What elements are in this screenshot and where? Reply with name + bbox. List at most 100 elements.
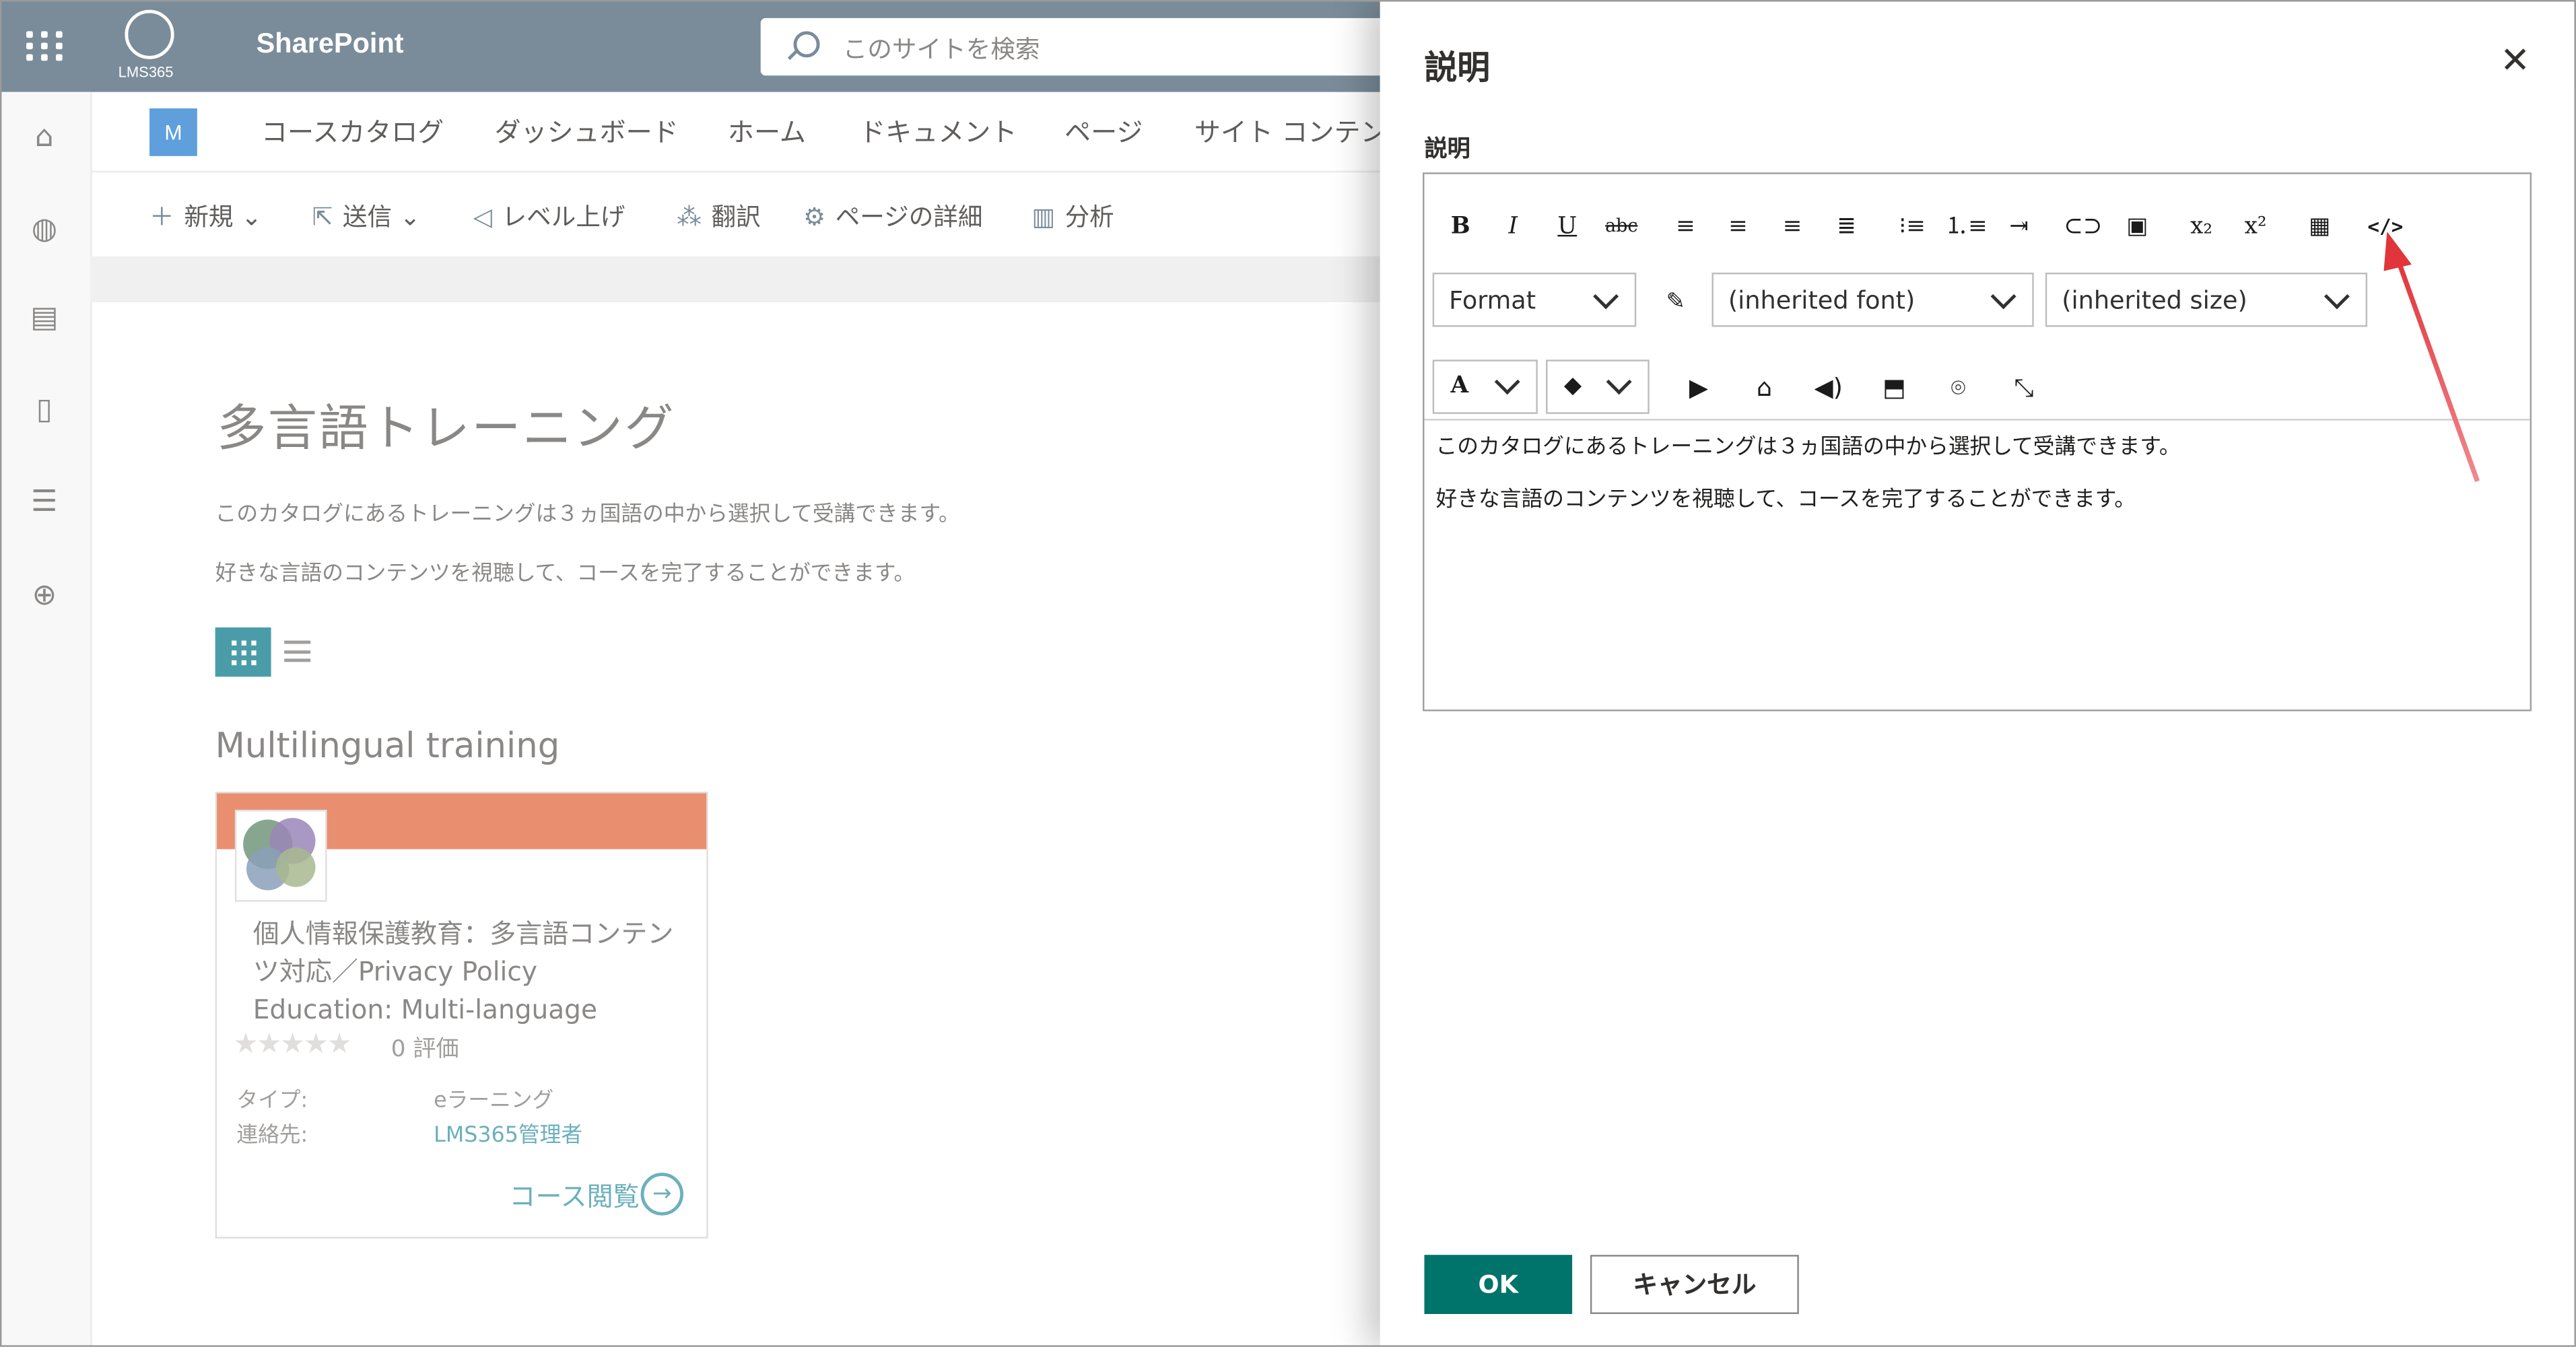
link-icon[interactable]: ⊂⊃ bbox=[2064, 212, 2103, 242]
promote-button[interactable]: ◁ レベル上げ bbox=[473, 199, 625, 233]
align-center-icon[interactable]: ≡ bbox=[1773, 212, 1812, 242]
page-details-label: ページの詳細 bbox=[835, 202, 983, 232]
align-right-icon[interactable]: ≡ bbox=[1718, 212, 1758, 242]
editor-line-1[interactable]: このカタログにあるトレーニングは３ヵ国語の中から選択して受講できます。 bbox=[1436, 429, 2181, 460]
screenshot: LMS365 SharePoint このサイトを検索 ⌂ ◍ ▤ ▯ ☰ ⊕ M… bbox=[0, 0, 2576, 1347]
course-thumbnail bbox=[234, 809, 327, 902]
video-icon[interactable]: ▶ bbox=[1681, 371, 1717, 404]
panel-title: 説明 bbox=[1424, 47, 1491, 88]
chevron-down-icon bbox=[1494, 369, 1520, 395]
italic-icon[interactable]: I bbox=[1493, 212, 1533, 242]
audio-icon[interactable]: ◀) bbox=[1810, 371, 1847, 404]
nav-item-pages[interactable]: ページ bbox=[1064, 110, 1143, 149]
bullet-list-icon[interactable]: ⁝≡ bbox=[1893, 212, 1932, 242]
chevron-down-icon bbox=[2324, 283, 2350, 310]
font-select-value: (inherited font) bbox=[1728, 285, 1916, 316]
command-bar: ＋新規 ⌄ ⇱ 送信 ⌄ ◁ レベル上げ ⁂ 翻訳 ⚙ ページの詳細 ▥ 分析 bbox=[90, 170, 1405, 258]
chevron-down-icon bbox=[1990, 283, 2016, 310]
editor-line-2[interactable]: 好きな言語のコンテンツを視聴して、コースを完了することができます。 bbox=[1436, 481, 2136, 513]
type-value: eラーニング bbox=[434, 1089, 554, 1114]
bold-icon[interactable]: B bbox=[1441, 212, 1481, 242]
table-icon[interactable]: ▦ bbox=[2300, 212, 2340, 242]
course-card[interactable]: 個人情報保護教育：多言語コンテンツ対応／Privacy Policy Educa… bbox=[215, 792, 708, 1239]
nav-item-course-catalog[interactable]: コースカタログ bbox=[261, 110, 444, 149]
nav-item-site-contents[interactable]: サイト コンテン bbox=[1194, 110, 1387, 149]
format-select-value: Format bbox=[1449, 285, 1536, 316]
globe-icon[interactable]: ◍ bbox=[28, 213, 61, 246]
chevron-down-icon bbox=[1593, 283, 1619, 310]
contact-label: 連絡先: bbox=[236, 1123, 308, 1148]
site-logo[interactable]: M bbox=[149, 108, 197, 156]
translate-label: 翻訳 bbox=[711, 202, 761, 232]
clear-format-icon[interactable]: ✎ bbox=[1656, 287, 1696, 317]
fullscreen-icon[interactable]: ⤡ bbox=[2006, 371, 2042, 404]
grid-icon bbox=[232, 640, 257, 666]
file-icon[interactable]: ▯ bbox=[28, 393, 61, 427]
left-rail: ⌂ ◍ ▤ ▯ ☰ ⊕ bbox=[0, 92, 92, 1347]
size-select[interactable]: (inherited size) bbox=[2045, 273, 2368, 327]
lms365-logo[interactable]: LMS365 bbox=[115, 9, 187, 82]
font-select[interactable]: (inherited font) bbox=[1711, 273, 2034, 327]
page-title: 多言語トレーニング bbox=[217, 401, 675, 458]
site-nav: M コースカタログ ダッシュボード ホーム ドキュメント ページ サイト コンテ… bbox=[90, 92, 1404, 171]
page-content: 多言語トレーニング このカタログにあるトレーニングは３ヵ国語の中から選択して受講… bbox=[90, 302, 1404, 1347]
home-icon[interactable]: ⌂ bbox=[28, 120, 61, 155]
toolbar-divider bbox=[1424, 419, 2530, 421]
news-icon[interactable]: ▤ bbox=[28, 302, 61, 335]
logo-label: LMS365 bbox=[118, 64, 174, 81]
embed-icon[interactable]: ⌂ bbox=[1747, 371, 1783, 404]
page-inner: LMS365 SharePoint このサイトを検索 ⌂ ◍ ▤ ▯ ☰ ⊕ M… bbox=[0, 0, 2576, 1347]
field-label: 説明 bbox=[1424, 136, 1470, 163]
underline-icon[interactable]: U bbox=[1547, 212, 1587, 242]
page-banner bbox=[90, 256, 1405, 302]
list-view-button[interactable] bbox=[284, 640, 311, 662]
align-left-icon[interactable]: ≡ bbox=[1666, 212, 1705, 242]
analytics-button[interactable]: ▥ 分析 bbox=[1031, 199, 1114, 233]
chart-icon: ▥ bbox=[1031, 202, 1055, 232]
subscript-icon[interactable]: x₂ bbox=[2181, 212, 2221, 242]
section-title: Multilingual training bbox=[215, 726, 560, 766]
send-button[interactable]: ⇱ 送信 ⌄ bbox=[312, 199, 421, 233]
description-panel: 説明 ✕ 説明 B I U abc ≡ ≡ ≡ ≣ ⁝≡ ⒈≡ ⇥ ⊂⊃ ▣ x… bbox=[1380, 0, 2576, 1347]
nav-item-documents[interactable]: ドキュメント bbox=[859, 110, 1017, 149]
promote-label: レベル上げ bbox=[502, 202, 625, 232]
upload-image-icon[interactable]: ⬒ bbox=[1876, 371, 1912, 404]
nav-item-home[interactable]: ホーム bbox=[728, 110, 806, 149]
highlight-color-select[interactable]: ◆ bbox=[1546, 359, 1650, 414]
attachment-icon[interactable]: ⌾ bbox=[1940, 371, 1977, 404]
align-justify-icon[interactable]: ≣ bbox=[1827, 212, 1866, 242]
close-icon[interactable]: ✕ bbox=[2497, 44, 2534, 81]
font-color-select[interactable]: A bbox=[1432, 359, 1538, 414]
add-icon[interactable]: ⊕ bbox=[28, 579, 61, 613]
cancel-button[interactable]: キャンセル bbox=[1590, 1255, 1799, 1314]
rating-count: 0 評価 bbox=[391, 1036, 459, 1063]
search-icon bbox=[793, 31, 820, 58]
grid-view-button[interactable] bbox=[215, 627, 271, 677]
indent-icon[interactable]: ⇥ bbox=[1999, 212, 2039, 242]
search-box[interactable]: このサイトを検索 bbox=[760, 18, 1418, 76]
view-course-link[interactable]: コース閲覧 bbox=[509, 1175, 639, 1214]
new-button[interactable]: ＋新規 ⌄ bbox=[149, 199, 262, 233]
arrow-right-circle-icon[interactable]: → bbox=[640, 1173, 684, 1216]
gear-icon: ⚙ bbox=[803, 202, 825, 232]
megaphone-icon: ◁ bbox=[473, 202, 492, 232]
translate-button[interactable]: ⁂ 翻訳 bbox=[677, 199, 760, 233]
nav-item-dashboard[interactable]: ダッシュボード bbox=[494, 110, 678, 149]
logo-check-icon bbox=[125, 9, 174, 59]
chevron-down-icon bbox=[1606, 369, 1632, 395]
page-details-button[interactable]: ⚙ ページの詳細 bbox=[803, 199, 982, 233]
ok-button[interactable]: OK bbox=[1424, 1255, 1573, 1314]
strikethrough-icon[interactable]: abc bbox=[1602, 212, 1641, 242]
numbered-list-icon[interactable]: ⒈≡ bbox=[1945, 212, 1988, 242]
list-icon[interactable]: ☰ bbox=[28, 485, 61, 519]
superscript-icon[interactable]: x² bbox=[2236, 212, 2276, 242]
app-title[interactable]: SharePoint bbox=[257, 28, 404, 61]
format-select[interactable]: Format bbox=[1432, 273, 1637, 327]
page-description-line-2: 好きな言語のコンテンツを視聴して、コースを完了することができます。 bbox=[215, 561, 916, 587]
app-launcher-icon[interactable] bbox=[23, 23, 69, 69]
course-title[interactable]: 個人情報保護教育：多言語コンテンツ対応／Privacy Policy Educa… bbox=[253, 915, 680, 1028]
annotation-arrow bbox=[2383, 232, 2480, 483]
image-icon[interactable]: ▣ bbox=[2117, 212, 2157, 242]
size-select-value: (inherited size) bbox=[2062, 285, 2247, 316]
contact-link[interactable]: LMS365管理者 bbox=[434, 1117, 582, 1148]
